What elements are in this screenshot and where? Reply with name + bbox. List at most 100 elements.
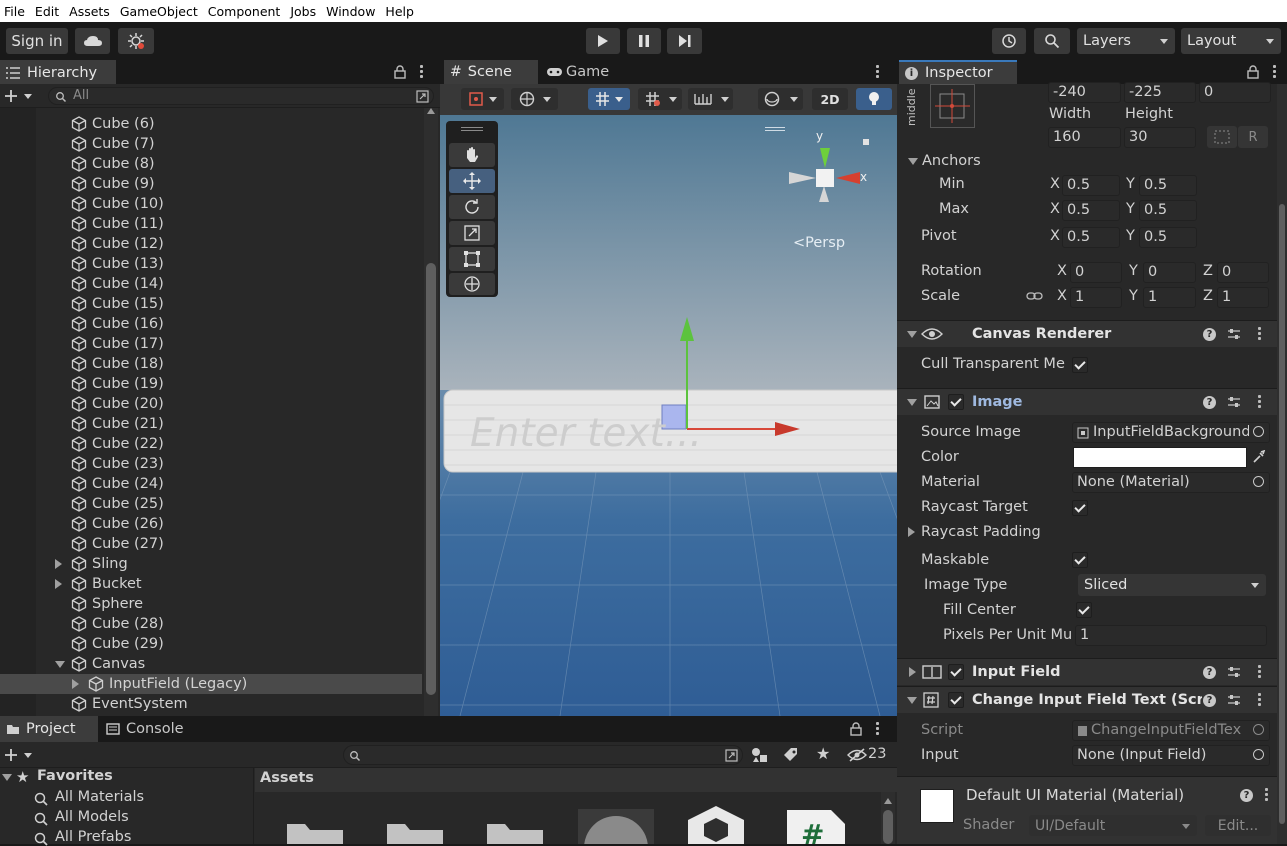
collab-button[interactable] (118, 28, 154, 54)
layers-dropdown[interactable]: Layers (1077, 28, 1175, 54)
search-options-icon[interactable] (416, 90, 429, 103)
undo-history-button[interactable] (992, 28, 1026, 54)
help-icon[interactable]: ? (1203, 694, 1216, 707)
hierarchy-row[interactable]: Cube (22) (0, 434, 422, 454)
hierarchy-row[interactable]: Cube (13) (0, 254, 422, 274)
hierarchy-row[interactable]: EventSystem (0, 694, 422, 714)
canvas-renderer-header[interactable]: Canvas Renderer ? (897, 320, 1277, 347)
object-picker-icon[interactable] (1249, 423, 1269, 442)
menu-component[interactable]: Component (204, 4, 287, 19)
layout-dropdown[interactable]: Layout (1181, 28, 1281, 54)
raw-edit-button[interactable]: R (1238, 126, 1268, 148)
hierarchy-menu-icon[interactable] (420, 65, 423, 80)
move-tool-button[interactable] (449, 169, 495, 193)
camera-options-dropdown[interactable] (758, 88, 803, 110)
anchors-fold-icon[interactable] (908, 158, 918, 165)
project-scroll-thumb[interactable] (883, 810, 893, 844)
transform-tool-button[interactable] (449, 273, 495, 295)
hierarchy-row[interactable]: Sling (0, 554, 422, 574)
increment-snap-dropdown[interactable] (638, 88, 682, 110)
tab-hierarchy[interactable]: Hierarchy (0, 60, 116, 84)
preset-sliders-icon[interactable] (1227, 693, 1241, 707)
inspector-scrollbar[interactable] (1277, 84, 1287, 844)
preset-sliders-icon[interactable] (1227, 327, 1241, 341)
lock-icon[interactable] (1247, 65, 1259, 79)
eyedropper-icon[interactable] (1252, 450, 1266, 464)
tag-icon[interactable] (783, 747, 799, 763)
hierarchy-row[interactable]: Cube (6) (0, 114, 422, 134)
script-enabled-checkbox[interactable] (948, 692, 964, 708)
fill-center-checkbox[interactable] (1076, 602, 1092, 618)
hierarchy-search-input[interactable]: All (48, 87, 434, 105)
blueprint-mode-button[interactable] (1207, 126, 1237, 148)
scroll-up-icon[interactable] (427, 108, 435, 114)
drag-handle-icon[interactable] (461, 127, 483, 131)
component-menu-icon[interactable] (1258, 665, 1261, 680)
menu-jobs[interactable]: Jobs (286, 4, 322, 19)
tab-console[interactable]: Console (100, 716, 200, 742)
project-menu-icon[interactable] (876, 722, 879, 737)
unity-scene-icon[interactable] (683, 804, 749, 844)
favorites-label[interactable]: Favorites (37, 768, 113, 784)
lock-icon[interactable] (850, 722, 862, 736)
menu-window[interactable]: Window (322, 4, 381, 19)
orientation-gizmo[interactable]: y x (784, 129, 874, 221)
fold-open-icon[interactable] (907, 399, 917, 406)
anchors-label[interactable]: Anchors (922, 153, 981, 169)
scene-view-dropdown[interactable] (511, 88, 558, 110)
material-menu-icon[interactable] (1265, 788, 1268, 803)
hierarchy-row[interactable]: Cube (11) (0, 214, 422, 234)
input-field-header[interactable]: Input Field ? (897, 658, 1277, 685)
fold-toggle-icon[interactable] (72, 679, 79, 689)
project-create-button[interactable] (4, 748, 36, 762)
shader-dropdown[interactable]: UI/Default (1029, 815, 1197, 836)
fold-open-icon[interactable] (907, 331, 917, 338)
persp-toggle[interactable]: <Persp (793, 235, 845, 251)
height-field[interactable]: 30 (1124, 127, 1196, 148)
menu-assets[interactable]: Assets (65, 4, 116, 19)
pos-z-field[interactable]: 0 (1199, 82, 1271, 103)
inspector-menu-icon[interactable] (1273, 65, 1276, 80)
hierarchy-row[interactable]: Cube (9) (0, 174, 422, 194)
create-button[interactable] (4, 89, 36, 103)
pixels-per-unit-field[interactable]: 1 (1075, 625, 1267, 646)
anchor-min-y-field[interactable]: 0.5 (1139, 175, 1197, 196)
cull-transparent-checkbox[interactable] (1072, 357, 1088, 373)
star-icon[interactable]: ★ (816, 744, 830, 763)
favorites-fold-icon[interactable] (2, 774, 12, 781)
filter-by-type-icon[interactable] (751, 747, 769, 763)
scale-y-field[interactable]: 1 (1143, 287, 1196, 308)
image-type-dropdown[interactable]: Sliced (1078, 574, 1266, 596)
tab-game[interactable]: Game (540, 60, 620, 84)
pivot-x-field[interactable]: 0.5 (1062, 227, 1120, 248)
lock-icon[interactable] (394, 65, 406, 79)
scene-viewport[interactable]: Enter text... y x <Persp (440, 115, 897, 716)
color-swatch[interactable] (1073, 447, 1247, 468)
lighting-toggle-button[interactable] (856, 88, 892, 110)
hierarchy-row[interactable]: Cube (14) (0, 274, 422, 294)
2d-toggle-button[interactable]: 2D (812, 88, 848, 110)
hierarchy-row[interactable]: Canvas (0, 654, 422, 674)
fold-toggle-icon[interactable] (55, 579, 62, 589)
object-picker-icon[interactable] (1249, 746, 1269, 765)
rotation-z-field[interactable]: 0 (1217, 262, 1269, 283)
menu-help[interactable]: Help (381, 4, 420, 19)
hierarchy-row[interactable]: Cube (19) (0, 374, 422, 394)
pos-y-field[interactable]: -225 (1124, 82, 1196, 103)
material-field[interactable]: None (Material) (1072, 472, 1270, 493)
image-enabled-checkbox[interactable] (948, 394, 964, 410)
object-picker-icon[interactable] (1249, 473, 1269, 492)
width-field[interactable]: 160 (1048, 127, 1121, 148)
gizmo-drag-handle-icon[interactable] (765, 127, 785, 131)
assets-breadcrumb-label[interactable]: Assets (260, 770, 314, 786)
anchor-min-x-field[interactable]: 0.5 (1062, 175, 1120, 196)
scale-z-field[interactable]: 1 (1217, 287, 1269, 308)
hierarchy-row[interactable]: Cube (27) (0, 534, 422, 554)
rotation-y-field[interactable]: 0 (1143, 262, 1196, 283)
tab-inspector[interactable]: i Inspector (899, 60, 1017, 84)
raycast-target-checkbox[interactable] (1072, 500, 1088, 516)
help-icon[interactable]: ? (1203, 666, 1216, 679)
source-image-field[interactable]: InputFieldBackground (1072, 422, 1270, 443)
hierarchy-row[interactable]: Cube (26) (0, 514, 422, 534)
search-button[interactable] (1034, 28, 1070, 54)
